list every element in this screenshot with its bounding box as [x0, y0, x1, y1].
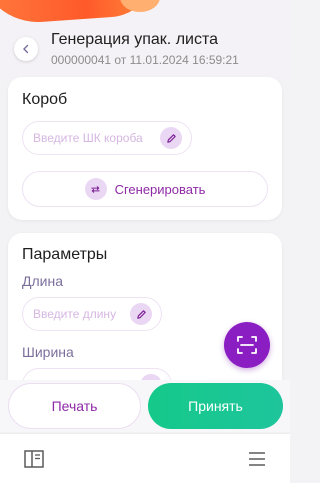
- params-card: Параметры Длина Введите длину Ширина: [8, 233, 282, 403]
- book-icon[interactable]: [24, 450, 44, 468]
- width-label: Ширина: [22, 344, 74, 360]
- generate-button[interactable]: Сгенерировать: [22, 171, 268, 207]
- scan-button[interactable]: [224, 322, 270, 368]
- repeat-icon: [91, 185, 100, 193]
- box-card: Короб Введите ШК короба Сгенерировать: [8, 77, 282, 220]
- length-input[interactable]: Введите длину: [22, 297, 162, 331]
- menu-icon[interactable]: [248, 450, 266, 468]
- pencil-icon: [136, 309, 146, 319]
- length-label: Длина: [22, 273, 63, 289]
- barcode-scan-icon: [237, 336, 257, 354]
- box-barcode-input[interactable]: Введите ШК короба: [22, 121, 192, 155]
- page-title: Генерация упак. листа: [51, 31, 219, 48]
- generate-button-label: Сгенерировать: [114, 181, 206, 197]
- box-barcode-placeholder: Введите ШК короба: [33, 131, 143, 145]
- box-card-title: Короб: [22, 91, 68, 108]
- chevron-left-icon: [23, 44, 29, 54]
- generate-icon-wrap: [84, 178, 107, 200]
- length-edit-button[interactable]: [130, 303, 152, 325]
- pencil-icon: [166, 133, 176, 143]
- accept-button[interactable]: Принять: [148, 383, 283, 429]
- back-button[interactable]: [14, 37, 38, 61]
- params-card-title: Параметры: [22, 246, 108, 263]
- box-barcode-edit-button[interactable]: [160, 127, 182, 149]
- print-button[interactable]: Печать: [8, 383, 141, 429]
- bottom-navigation: [0, 433, 290, 483]
- document-subtitle: 000000041 от 11.01.2024 16:59:21: [51, 53, 239, 67]
- length-placeholder: Введите длину: [33, 307, 117, 321]
